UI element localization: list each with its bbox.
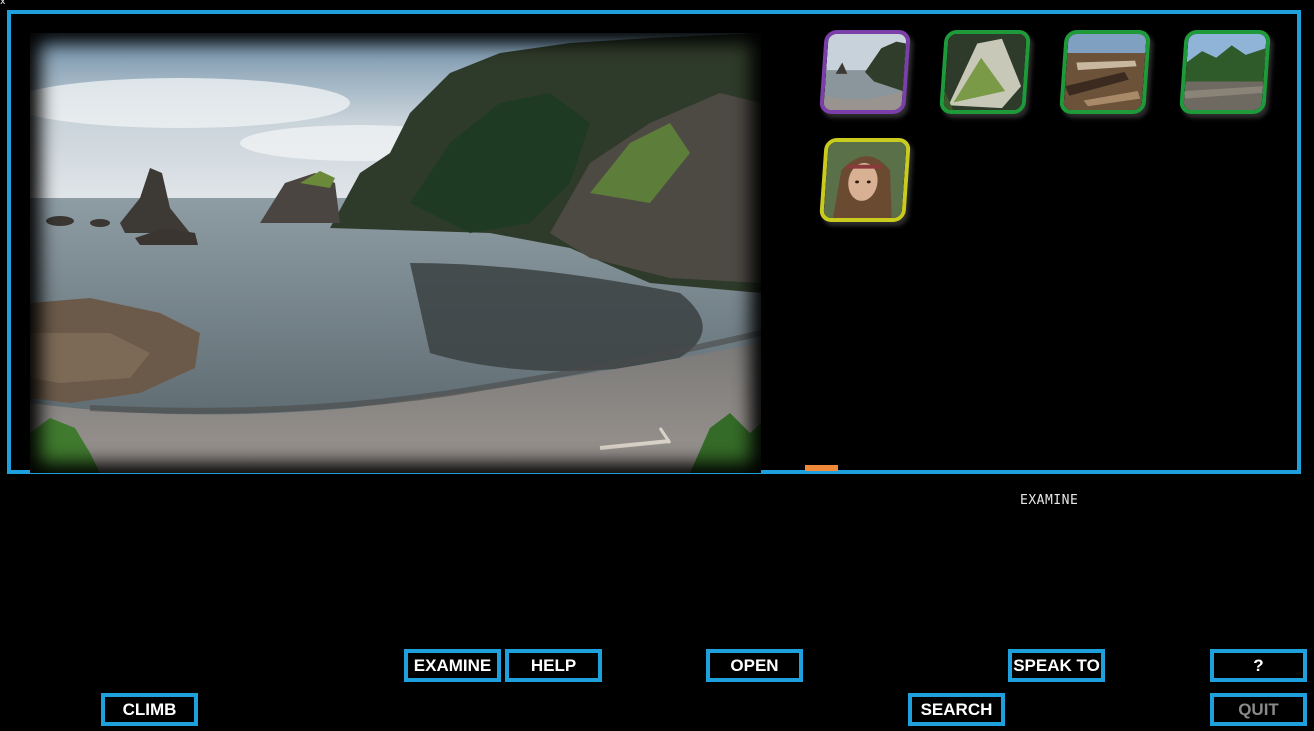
search-button[interactable]: SEARCH	[908, 693, 1005, 726]
scene-image-cove[interactable]	[30, 33, 761, 473]
driftwood-icon	[1063, 34, 1147, 110]
game-screen: x EXAMINE EXAMINE HELP OPEN SPEAK TO ? C…	[0, 0, 1314, 731]
game-viewport-frame	[7, 10, 1301, 474]
inventory-item-forest-cliff[interactable]	[1179, 30, 1271, 114]
speak-to-button[interactable]: SPEAK TO	[1008, 649, 1105, 682]
inventory-item-girl-portrait[interactable]	[819, 138, 911, 222]
scene-progress-marker	[805, 465, 838, 471]
inventory-item-cove[interactable]	[819, 30, 911, 114]
inventory-item-tent[interactable]	[939, 30, 1031, 114]
forest-cliff-icon	[1183, 34, 1267, 110]
current-verb-status: EXAMINE	[1020, 493, 1079, 508]
climb-button[interactable]: CLIMB	[101, 693, 198, 726]
open-button[interactable]: OPEN	[706, 649, 803, 682]
inventory-item-driftwood[interactable]	[1059, 30, 1151, 114]
tent-icon	[943, 34, 1027, 110]
corner-mark: x	[0, 0, 6, 7]
cove-thumbnail-icon	[823, 34, 907, 110]
question-button[interactable]: ?	[1210, 649, 1307, 682]
girl-portrait-icon	[823, 142, 907, 218]
help-button[interactable]: HELP	[505, 649, 602, 682]
examine-button[interactable]: EXAMINE	[404, 649, 501, 682]
quit-button[interactable]: QUIT	[1210, 693, 1307, 726]
